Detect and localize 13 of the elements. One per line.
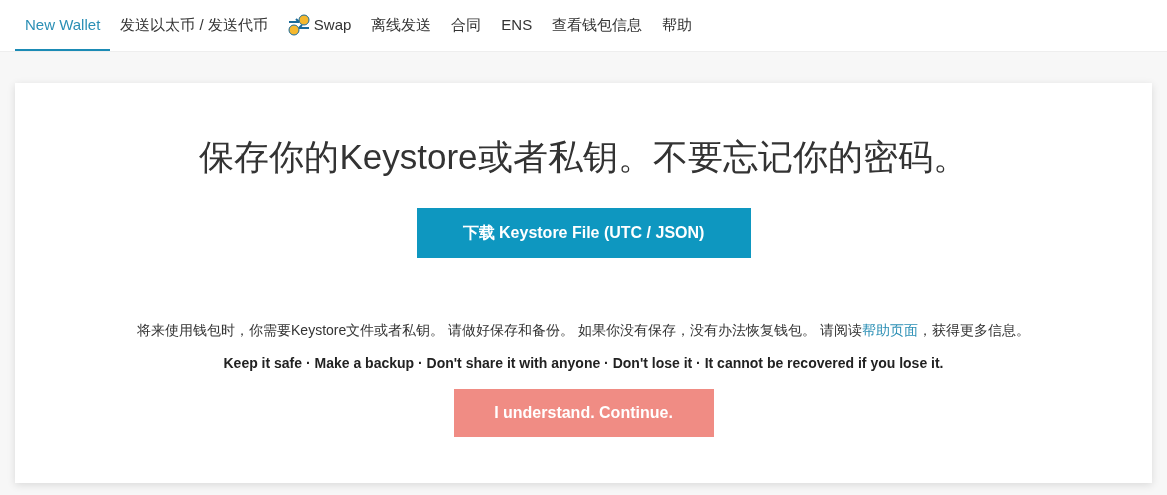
nav-tab[interactable]: New Wallet xyxy=(15,1,111,51)
tips-text: Keep it safe · Make a backup · Don't share it with anyone · Don't lose it · It cannot be recovered if you lose it. xyxy=(223,353,944,373)
nav-tab[interactable]: 帮助 xyxy=(652,1,703,51)
help-link[interactable]: 帮助页面 xyxy=(861,321,918,338)
nav-tab[interactable]: 离线发送 xyxy=(361,1,442,51)
nav-tab[interactable]: 发送以太币 / 发送代币 xyxy=(110,1,278,51)
nav-tab[interactable]: Swap xyxy=(277,1,362,51)
nav-tab[interactable]: ENS xyxy=(491,1,543,51)
swap-icon xyxy=(287,14,310,36)
heading: 保存你的Keystore或者私钥。不要忘记你的密码。 xyxy=(199,136,968,178)
notice-text: 将来使用钱包时，你需要Keystore文件或者私钥。 请做好保存和备份。 如果你没有保存，没有办法恢复钱包。 请阅读帮助页面，获得更多信息。 xyxy=(137,320,1030,340)
nav-tab[interactable]: 查看钱包信息 xyxy=(542,1,653,51)
nav-tab[interactable]: 合同 xyxy=(441,1,492,51)
